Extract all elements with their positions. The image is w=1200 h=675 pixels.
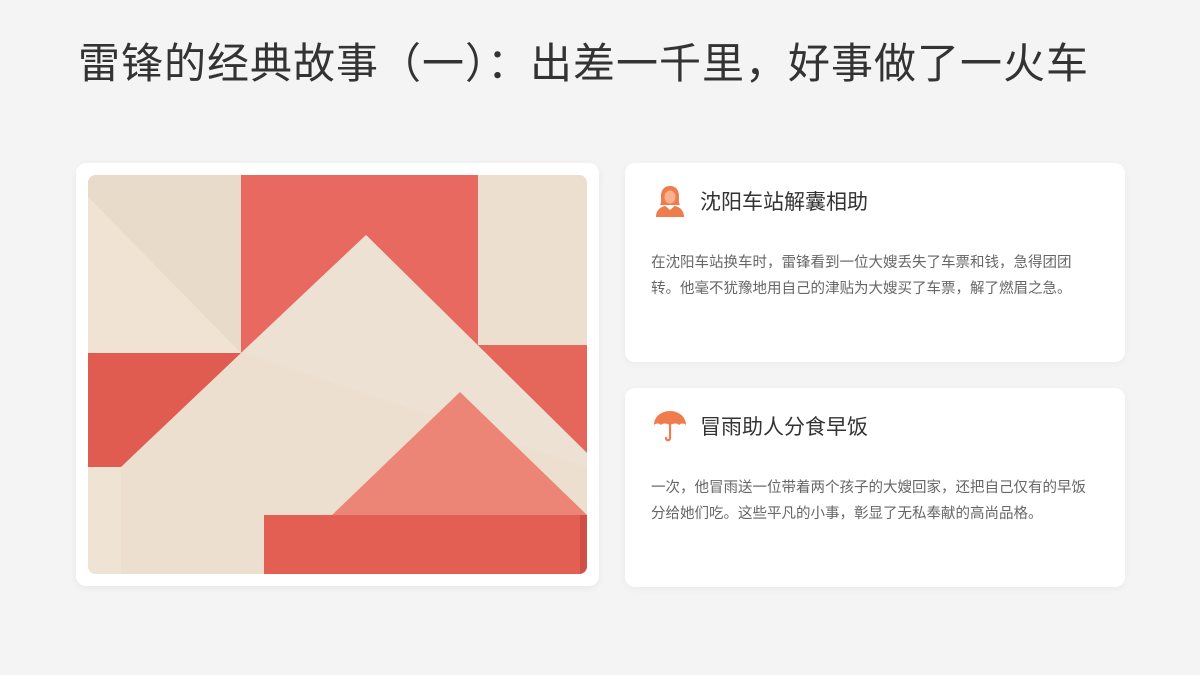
geometric-house-illustration (88, 175, 587, 574)
page-title: 雷锋的经典故事（一）：出差一千里，好事做了一火车 (78, 39, 1090, 88)
card-title: 沈阳车站解囊相助 (700, 190, 868, 214)
story-card-rain: 冒雨助人分食早饭 一次，他冒雨送一位带着两个孩子的大嫂回家，还把自己仅有的早饭分… (625, 388, 1125, 587)
card-body: 在沈阳车站换车时，雷锋看到一位大嫂丢失了车票和钱，急得团团转。他毫不犹豫地用自己… (651, 255, 1072, 297)
story-card-shenyang: 沈阳车站解囊相助 在沈阳车站换车时，雷锋看到一位大嫂丢失了车票和钱，急得团团转。… (625, 163, 1125, 362)
card-body: 一次，他冒雨送一位带着两个孩子的大嫂回家，还把自己仅有的早饭分给她们吃。这些平凡… (651, 480, 1086, 522)
illustration-card (76, 163, 599, 586)
woman-icon (656, 186, 684, 217)
card-title: 冒雨助人分食早饭 (700, 415, 868, 439)
umbrella-icon (654, 411, 686, 442)
